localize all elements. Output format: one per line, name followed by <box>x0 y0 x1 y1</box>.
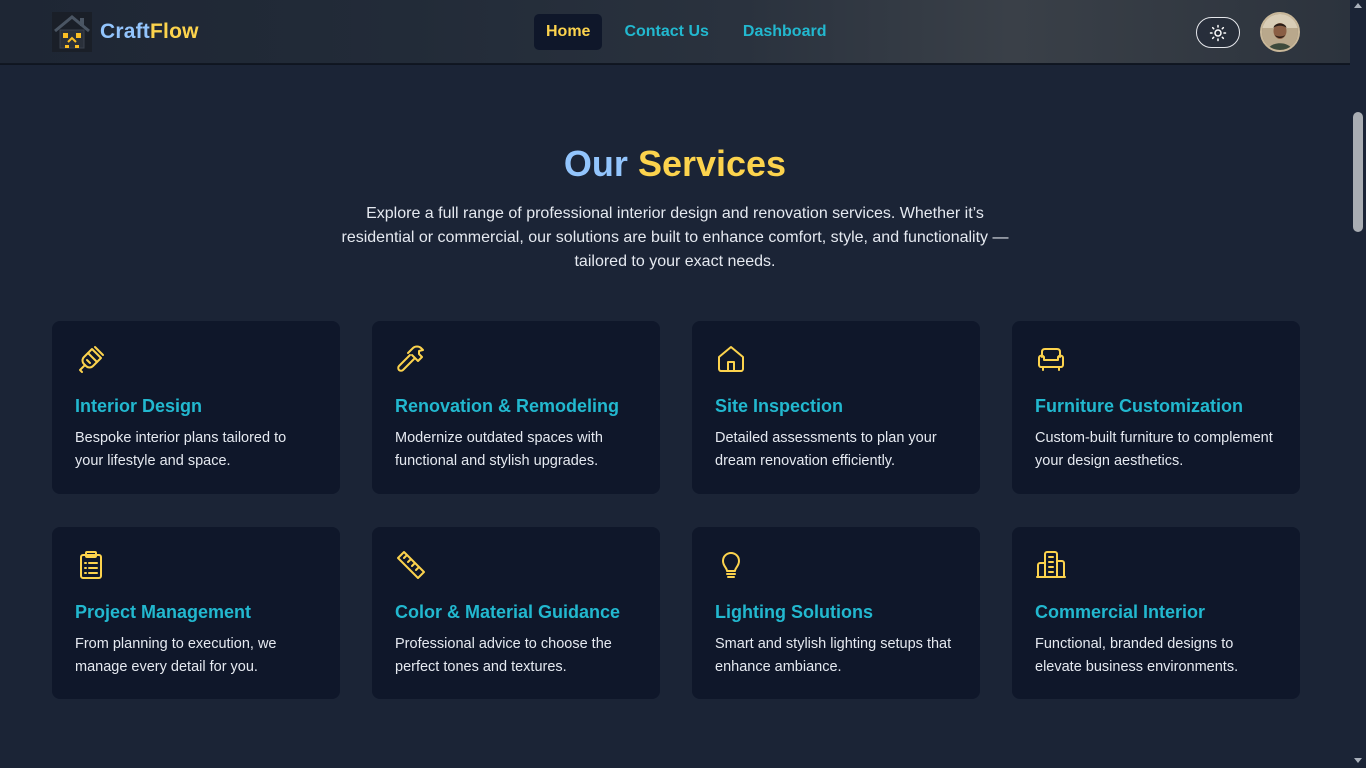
services-description: Explore a full range of professional int… <box>341 205 1009 270</box>
navbar: CraftFlow Home Contact Us Dashboard <box>0 0 1350 65</box>
service-description: Smart and stylish lighting setups that e… <box>715 636 952 675</box>
brand-name: CraftFlow <box>100 20 199 43</box>
service-description: Functional, branded designs to elevate b… <box>1035 636 1239 675</box>
clipboard-icon <box>80 551 102 579</box>
service-title: Site Inspection <box>715 396 844 416</box>
service-title: Furniture Customization <box>1035 396 1243 416</box>
theme-toggle-button[interactable] <box>1196 17 1240 48</box>
service-description: Modernize outdated spaces with functiona… <box>395 430 603 469</box>
service-title: Lighting Solutions <box>715 602 873 622</box>
service-title: Commercial Interior <box>1035 602 1206 622</box>
service-card-lighting[interactable]: Lighting Solutions Smart and stylish lig… <box>692 527 980 699</box>
service-description: Custom-built furniture to complement you… <box>1035 430 1273 469</box>
house-logo-icon <box>52 12 92 52</box>
building-icon <box>1036 551 1066 578</box>
nav-link-home[interactable]: Home <box>534 14 603 50</box>
nav-link-dashboard[interactable]: Dashboard <box>731 14 839 50</box>
service-title: Renovation & Remodeling <box>395 396 620 416</box>
scrollbar-thumb[interactable] <box>1353 112 1363 232</box>
home-icon <box>718 346 744 372</box>
service-title: Interior Design <box>75 396 203 416</box>
service-description: Bespoke interior plans tailored to your … <box>75 430 287 469</box>
ruler-icon <box>397 551 425 579</box>
service-title: Project Management <box>75 602 252 622</box>
service-card-color-material[interactable]: Color & Material Guidance Professional a… <box>372 527 660 699</box>
hammer-icon <box>397 345 424 372</box>
services-heading: Our Services <box>563 143 787 184</box>
service-description: Detailed assessments to plan your dream … <box>715 430 937 469</box>
user-photo-icon <box>1262 14 1298 50</box>
service-description: Professional advice to choose the perfec… <box>395 636 612 675</box>
user-avatar[interactable] <box>1260 12 1300 52</box>
service-card-renovation[interactable]: Renovation & Remodeling Modernize outdat… <box>372 321 660 494</box>
scroll-down-arrow-icon[interactable] <box>1354 758 1362 763</box>
service-card-furniture[interactable]: Furniture Customization Custom-built fur… <box>1012 321 1300 494</box>
service-title: Color & Material Guidance <box>395 602 621 622</box>
lightbulb-icon <box>722 552 740 578</box>
sun-icon <box>1209 24 1227 41</box>
service-card-interior-design[interactable]: Interior Design Bespoke interior plans t… <box>52 321 340 494</box>
nav-link-contact-us[interactable]: Contact Us <box>612 14 720 50</box>
service-card-commercial[interactable]: Commercial Interior Functional, branded … <box>1012 527 1300 699</box>
paintbrush-icon <box>79 346 104 373</box>
main-nav: Home Contact Us Dashboard <box>534 14 838 50</box>
service-card-project-management[interactable]: Project Management From planning to exec… <box>52 527 340 699</box>
service-card-site-inspection[interactable]: Site Inspection Detailed assessments to … <box>692 321 980 494</box>
service-description: From planning to execution, we manage ev… <box>75 636 277 675</box>
scroll-up-arrow-icon[interactable] <box>1354 3 1362 8</box>
sofa-icon <box>1038 348 1064 371</box>
brand-logo[interactable]: CraftFlow <box>52 12 199 52</box>
page-scrollbar[interactable] <box>1350 0 1366 768</box>
